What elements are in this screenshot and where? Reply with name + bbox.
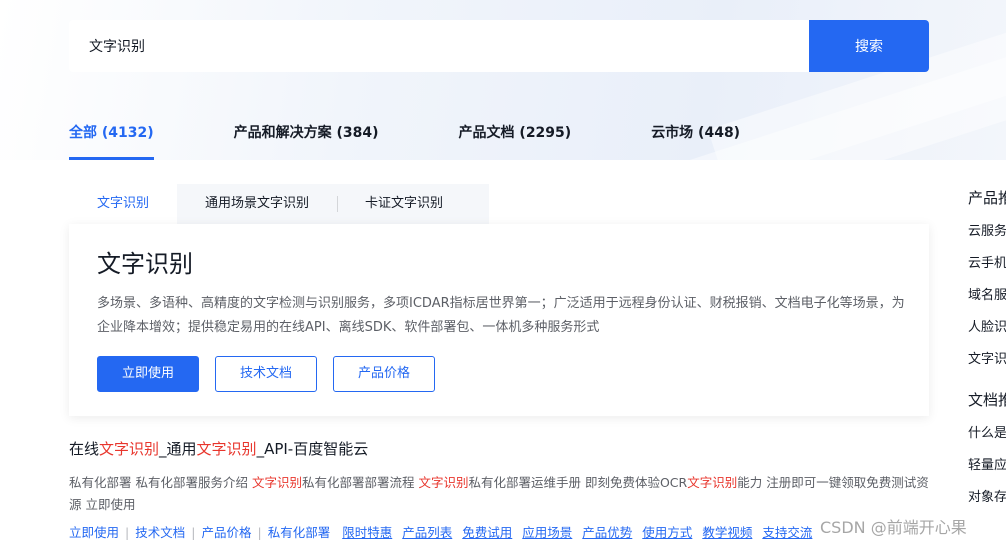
sidebar-item-doc[interactable]: 对象存储: [968, 488, 1006, 508]
link-support[interactable]: 支持交流: [762, 525, 812, 540]
tab-all[interactable]: 全部 (4132): [69, 110, 154, 160]
link-divider: |: [191, 525, 196, 540]
product-card: 文字识别 多场景、多语种、高精度的文字检测与识别服务，多项ICDAR指标居世界第…: [69, 224, 929, 416]
sidebar-item-doc[interactable]: 轻量应用: [968, 456, 1006, 476]
sidebar-item-doc[interactable]: 什么是: [968, 424, 1006, 444]
result-title-highlight: 文字识别: [99, 440, 160, 458]
sidebar-item-product[interactable]: 云手机: [968, 254, 1006, 274]
product-price-button[interactable]: 产品价格: [333, 356, 436, 392]
result-title-text: 在线: [69, 440, 100, 458]
link-product-price[interactable]: 产品价格: [201, 525, 251, 540]
right-sidebar: 产品推荐 云服务器 云手机 域名服务 人脸识别 文字识别 文档推荐 什么是 轻量…: [968, 186, 1006, 508]
sidebar-heading-docs: 文档推荐: [968, 391, 1006, 409]
link-limited-offer[interactable]: 限时特惠: [342, 525, 392, 540]
search-result: 在线文字识别_通用文字识别_API-百度智能云 私有化部署 私有化部署服务介绍 …: [69, 436, 939, 544]
use-now-button[interactable]: 立即使用: [97, 356, 200, 392]
tech-docs-button[interactable]: 技术文档: [215, 356, 318, 392]
result-quick-links: 立即使用 | 技术文档 | 产品价格 | 私有化部署 限时特惠 产品列表 免费试用 应用场景 产品优势…: [69, 522, 939, 544]
card-tab-id-ocr[interactable]: 卡证文字识别: [337, 184, 471, 224]
card-tab-general-ocr[interactable]: 通用场景文字识别: [177, 184, 337, 224]
snippet-text: 私有化部署 私有化部署服务介绍: [69, 475, 252, 490]
link-product-list[interactable]: 产品列表: [402, 525, 452, 540]
result-category-tabs: 全部 (4132) 产品和解决方案 (384) 产品文档 (2295) 云市场 …: [69, 110, 820, 160]
snippet-text: 私有化部署运维手册 即刻免费体验OCR: [468, 475, 688, 490]
product-actions: 立即使用 技术文档 产品价格: [97, 356, 901, 392]
tab-products-solutions[interactable]: 产品和解决方案 (384): [234, 110, 379, 160]
sidebar-item-product[interactable]: 人脸识别: [968, 318, 1006, 338]
csdn-watermark: CSDN @前端开心果: [820, 518, 967, 537]
link-advantages[interactable]: 产品优势: [582, 525, 632, 540]
sidebar-item-product[interactable]: 域名服务: [968, 286, 1006, 306]
link-scenarios[interactable]: 应用场景: [522, 525, 572, 540]
card-tab-ocr[interactable]: 文字识别: [69, 184, 178, 224]
link-use-now[interactable]: 立即使用: [69, 525, 119, 540]
search-input[interactable]: [69, 20, 809, 72]
result-title-text: _通用: [159, 440, 197, 458]
link-divider: |: [125, 525, 130, 540]
tab-cloud-market[interactable]: 云市场 (448): [651, 110, 740, 160]
link-usage[interactable]: 使用方式: [642, 525, 692, 540]
result-title-text: _API-百度智能云: [256, 440, 369, 458]
tab-product-docs[interactable]: 产品文档 (2295): [459, 110, 572, 160]
result-title-link[interactable]: 在线文字识别_通用文字识别_API-百度智能云: [69, 436, 939, 462]
link-tech-docs[interactable]: 技术文档: [135, 525, 185, 540]
search-button[interactable]: 搜索: [809, 20, 929, 72]
snippet-highlight: 文字识别: [418, 475, 469, 490]
sidebar-heading-products: 产品推荐: [968, 189, 1006, 207]
result-title-highlight: 文字识别: [196, 440, 257, 458]
product-card-tabs: 文字识别 通用场景文字识别 卡证文字识别: [69, 184, 489, 224]
snippet-highlight: 文字识别: [251, 475, 302, 490]
link-free-trial[interactable]: 免费试用: [462, 525, 512, 540]
sidebar-item-product[interactable]: 文字识别: [968, 350, 1006, 370]
link-private-deploy[interactable]: 私有化部署: [268, 525, 331, 540]
search-bar: 搜索: [69, 20, 929, 72]
result-snippet: 私有化部署 私有化部署服务介绍 文字识别私有化部署部署流程 文字识别私有化部署运…: [69, 472, 939, 516]
link-divider: |: [257, 525, 262, 540]
snippet-highlight: 文字识别: [687, 475, 738, 490]
product-description: 多场景、多语种、高精度的文字检测与识别服务，多项ICDAR指标居世界第一；广泛适…: [97, 296, 905, 335]
snippet-text: 私有化部署部署流程: [301, 475, 419, 490]
sidebar-item-product[interactable]: 云服务器: [968, 222, 1006, 242]
link-tutorial-videos[interactable]: 教学视频: [702, 525, 752, 540]
product-title: 文字识别: [97, 250, 193, 278]
